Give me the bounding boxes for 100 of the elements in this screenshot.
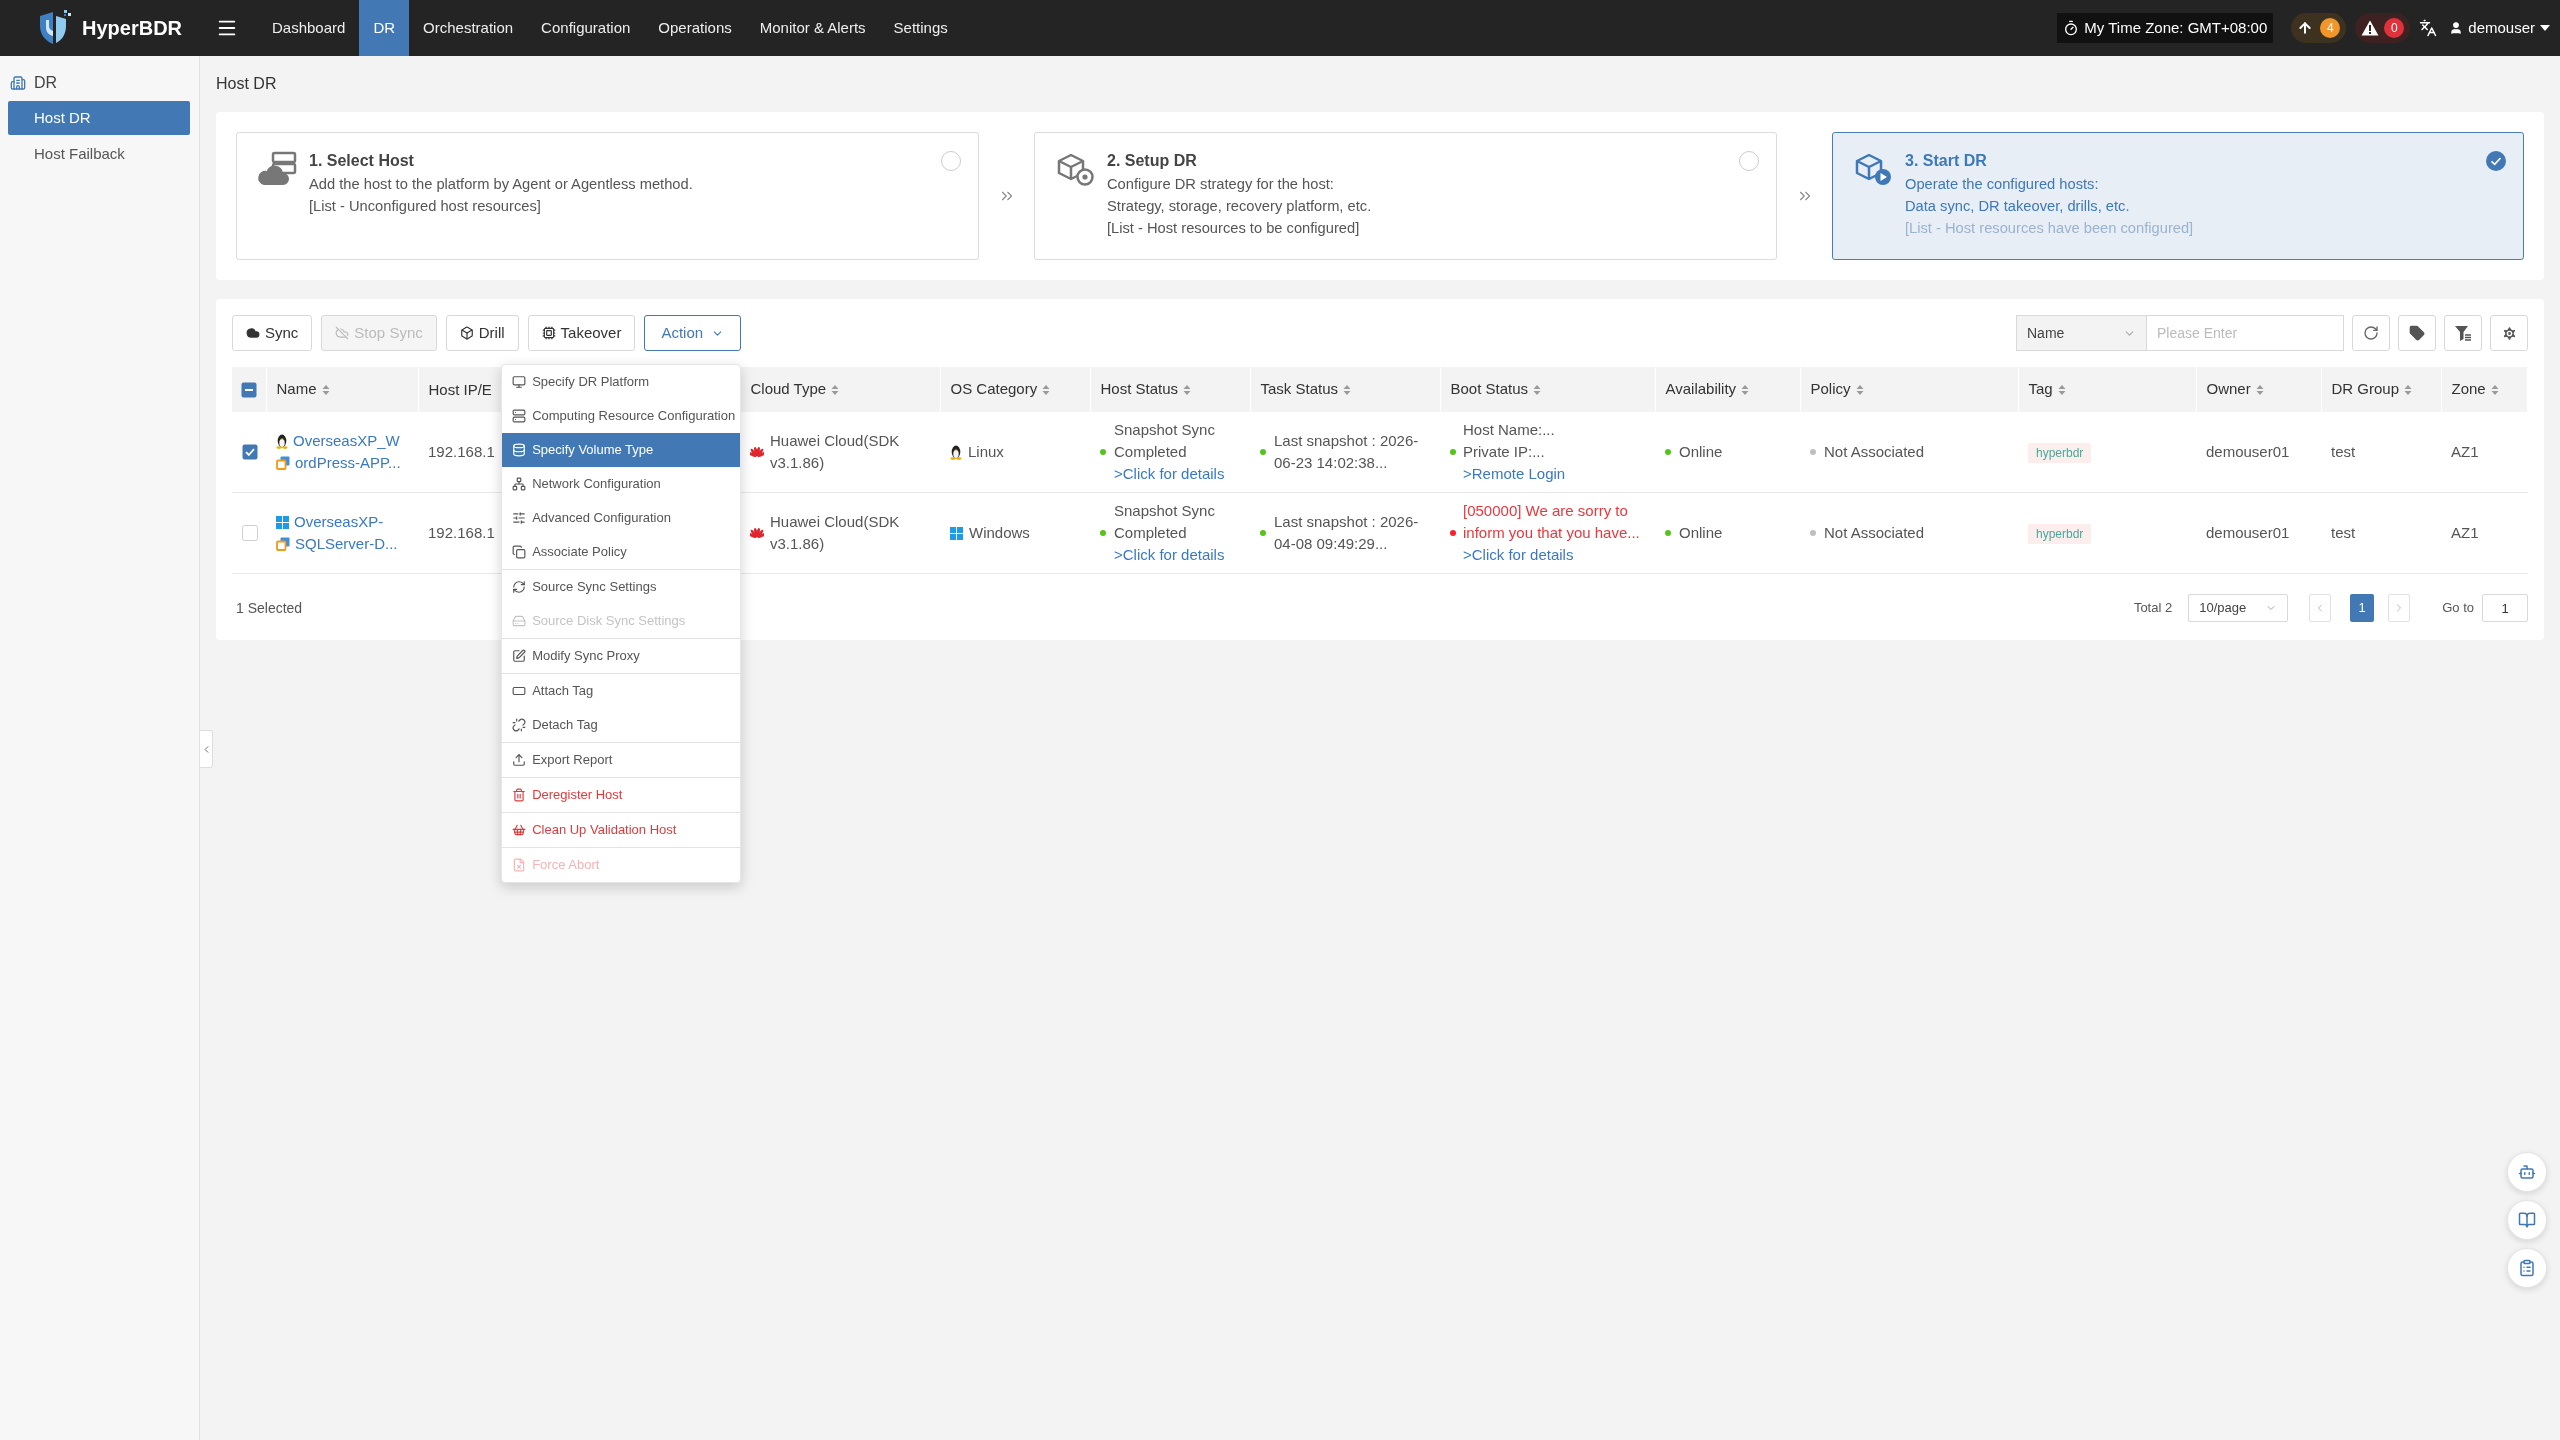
page-button[interactable]: 1 (2350, 594, 2375, 622)
action-dropdown-button[interactable]: Action (644, 315, 742, 351)
tags-button[interactable] (2398, 315, 2436, 351)
row-checkbox[interactable] (242, 444, 258, 460)
column-header[interactable]: Tag (2028, 378, 2066, 401)
count-badge: 4 (2320, 18, 2341, 38)
step-radio[interactable] (941, 151, 961, 171)
nav-tab[interactable]: Orchestration (409, 0, 528, 56)
timer-icon (2063, 20, 2080, 36)
sort-icon (1183, 383, 1192, 396)
row-checkbox[interactable] (242, 525, 258, 541)
step-card[interactable]: 3. Start DR Operate the configured hosts: Data sync, DR takeover, drills, etc. [List - Host resources have been configured] (1832, 132, 2524, 260)
status-text: Last snapshot : 2026-06-23 14:02:38... (1274, 431, 1420, 473)
column-header[interactable]: Host Status (1100, 378, 1192, 401)
step-note: [List - Host resources to be configured] (1107, 219, 1361, 238)
menu-item[interactable]: Associate Policy (502, 535, 741, 569)
menu-item[interactable]: Advanced Configuration (502, 501, 741, 535)
host-name-link[interactable]: SQLServer-D... (295, 533, 398, 555)
details-link[interactable]: >Click for details (1114, 546, 1225, 563)
sort-icon (1741, 383, 1750, 396)
search-input[interactable]: Please Enter (2147, 315, 2344, 351)
guide-button[interactable] (2507, 1200, 2547, 1240)
step-card[interactable]: 2. Setup DR Configure DR strategy for the host: Strategy, storage, recovery platform, etc. [List - Host resources to be configured] (1034, 132, 1777, 260)
tag-icon (2409, 325, 2425, 341)
zone-name: AZ1 (2451, 443, 2479, 460)
search-field-select[interactable]: Name (2016, 315, 2147, 351)
copy-icon (512, 545, 527, 559)
menu-item[interactable]: Detach Tag (502, 708, 741, 742)
details-link[interactable]: >Click for details (1463, 546, 1574, 563)
step-radio[interactable] (2486, 151, 2506, 171)
column-header[interactable]: Name (276, 378, 330, 401)
monitor-icon (512, 375, 527, 389)
toolbar-button[interactable]: Sync (232, 315, 313, 351)
nav-tab[interactable]: Monitor & Alerts (745, 0, 880, 56)
host-name-link[interactable]: ordPress-APP... (295, 452, 401, 474)
column-header[interactable]: Boot Status (1450, 378, 1542, 401)
caret-icon (2540, 25, 2550, 31)
sidebar-item[interactable]: Host Failback (8, 137, 190, 171)
column-header[interactable]: Policy (1810, 378, 1864, 401)
column-header[interactable]: Owner (2206, 378, 2264, 401)
goto-input[interactable]: 1 (2482, 594, 2528, 622)
step-description: Operate the configured hosts: (1905, 175, 2100, 194)
nav-tab[interactable]: Dashboard (258, 0, 360, 56)
nav-tab[interactable]: Configuration (527, 0, 645, 56)
column-header[interactable]: Zone (2451, 378, 2499, 401)
column-header[interactable]: Task Status (1260, 378, 1352, 401)
upload-icon (512, 753, 527, 767)
nav-tab[interactable]: Settings (879, 0, 962, 56)
nav-tab[interactable]: DR (359, 0, 410, 56)
menu-item[interactable]: Specify DR Platform (502, 365, 741, 399)
step-title: 2. Setup DR (1107, 151, 1198, 171)
sort-icon (831, 383, 840, 396)
cloud-server-icon (257, 151, 297, 187)
menu-item[interactable]: Deregister Host (502, 778, 741, 812)
menu-item[interactable]: Specify Volume Type (502, 433, 741, 467)
host-name-link[interactable]: OverseasXP_W (293, 430, 400, 452)
menu-item[interactable]: Source Sync Settings (502, 570, 741, 604)
menu-item[interactable]: Computing Resource Configuration (502, 399, 741, 433)
assistant-button[interactable] (2507, 1152, 2547, 1192)
step-radio[interactable] (1739, 151, 1759, 171)
column-header[interactable]: Cloud Type (750, 378, 840, 401)
step-card[interactable]: 1. Select Host Add the host to the platform by Agent or Agentless method. [List - Unconfigured host resources] (236, 132, 979, 260)
user-menu-button[interactable]: demouser (2449, 16, 2550, 40)
clipboard-button[interactable] (2507, 1248, 2547, 1288)
step-description: Strategy, storage, recovery platform, etc. (1107, 197, 1373, 216)
menu-item[interactable]: Modify Sync Proxy (502, 639, 741, 673)
details-link[interactable]: >Click for details (1114, 465, 1225, 482)
select-all-checkbox[interactable] (241, 381, 257, 398)
menu-item[interactable]: Export Report (502, 743, 741, 777)
menu-item[interactable]: Attach Tag (502, 674, 741, 708)
sort-icon (2404, 383, 2413, 396)
settings-button[interactable] (2490, 315, 2528, 351)
status-text: Snapshot Sync Completed (1114, 420, 1216, 462)
menu-item[interactable]: Clean Up Validation Host (502, 813, 741, 847)
status-text: Not Associated (1824, 442, 1925, 462)
zone-name: AZ1 (2451, 524, 2479, 541)
details-link[interactable]: >Remote Login (1463, 465, 1566, 482)
toolbar-button[interactable]: Drill (445, 315, 519, 351)
ip-address: 192.168.1 (428, 524, 495, 541)
overlapping-squares-icon (276, 537, 290, 551)
filter-button[interactable] (2444, 315, 2482, 351)
column-header[interactable]: Availability (1665, 378, 1750, 401)
alerts-button[interactable]: 0 (2355, 13, 2411, 43)
refresh-button[interactable] (2352, 315, 2390, 351)
sidebar-group-title: DR (34, 73, 58, 93)
sidebar-item[interactable]: Host DR (8, 101, 190, 135)
status-text: Online (1679, 442, 1723, 462)
translate-icon[interactable] (2419, 19, 2438, 37)
tag-badge: hyperbdr (2028, 524, 2092, 544)
nav-tab[interactable]: Operations (644, 0, 746, 56)
toolbar-button[interactable]: Takeover (527, 315, 636, 351)
goto-label: Go to (2442, 599, 2474, 618)
page-size-select[interactable]: 10/page (2188, 594, 2289, 622)
menu-item[interactable]: Network Configuration (502, 467, 741, 501)
column-header[interactable]: OS Category (950, 378, 1051, 401)
network-icon (512, 477, 527, 491)
column-header[interactable]: DR Group (2331, 378, 2413, 401)
owner-name: demouser01 (2206, 524, 2290, 541)
host-name-link[interactable]: OverseasXP- (294, 511, 384, 533)
step-description: Configure DR strategy for the host: (1107, 175, 1335, 194)
